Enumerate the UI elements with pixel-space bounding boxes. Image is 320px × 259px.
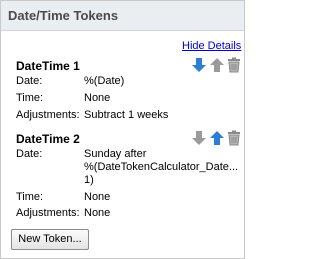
token-2-date-label: Date: — [16, 148, 43, 160]
token-2-time-value: None — [84, 191, 111, 203]
arrow-down-icon[interactable] — [191, 57, 207, 73]
token-1-title: DateTime 1 — [16, 59, 80, 73]
token-1-time-label: Time: — [16, 92, 44, 104]
arrow-up-icon — [209, 57, 225, 73]
token-2-title: DateTime 2 — [16, 132, 80, 146]
panel-title: Date/Time Tokens — [8, 8, 119, 23]
trash-icon[interactable] — [226, 57, 242, 73]
token-2-adjustments-label: Adjustments: — [16, 207, 80, 219]
hide-details-link[interactable]: Hide Details — [182, 40, 241, 52]
token-1-date-label: Date: — [16, 75, 43, 87]
token-2-date-value-line-1: Sunday after — [84, 148, 147, 160]
token-1-adjustments-value: Subtract 1 weeks — [84, 109, 169, 121]
token-1-date-value: %(Date) — [84, 75, 125, 87]
arrow-down-icon — [191, 130, 207, 146]
token-2-date-value-line-2: %(DateTokenCalculator_Date... — [84, 161, 239, 173]
date-time-tokens-panel: Date/Time Tokens Hide Details DateTime 1… — [0, 0, 245, 259]
token-2-time-label: Time: — [16, 191, 44, 203]
token-1-adjustments-label: Adjustments: — [16, 109, 80, 121]
panel-header: Date/Time Tokens — [1, 1, 244, 31]
token-2-adjustments-value: None — [84, 207, 111, 219]
token-1-time-value: None — [84, 92, 111, 104]
trash-icon[interactable] — [226, 130, 242, 146]
arrow-up-icon[interactable] — [209, 130, 225, 146]
new-token-button[interactable]: New Token... — [11, 229, 89, 250]
token-2-date-value-line-3: 1) — [84, 174, 94, 186]
